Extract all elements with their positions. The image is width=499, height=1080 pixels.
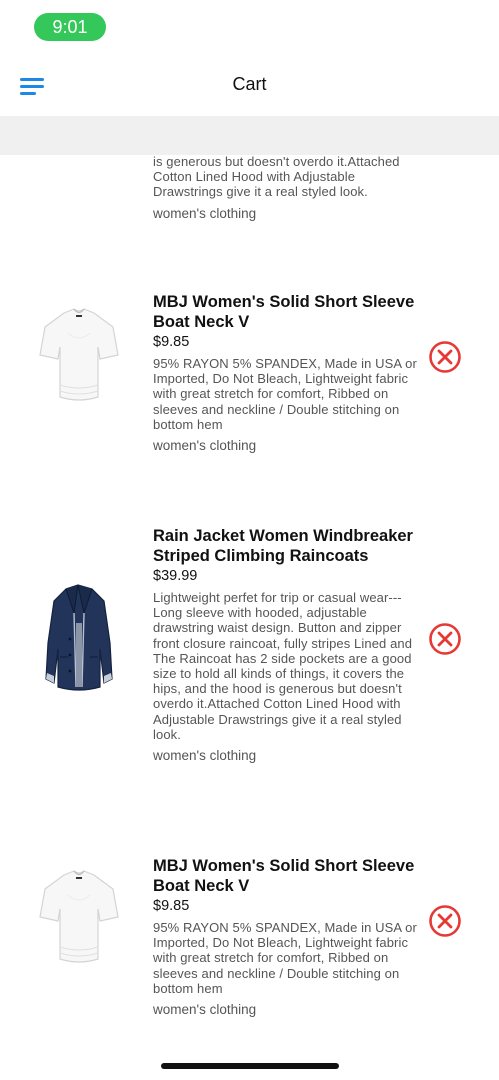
item-price: $39.99 [153,568,198,584]
item-category: women's clothing [153,205,257,221]
item-category: women's clothing [153,438,257,454]
item-name: Rain Jacket Women Windbreaker Striped Cl… [153,527,413,565]
item-price: $9.85 [153,334,190,350]
item-description: 95% RAYON 5% SPANDEX, Made in USA or Imp… [153,356,417,432]
header-band [0,116,499,155]
cart-list[interactable]: is generous but doesn't overdo it.Attach… [0,155,499,1055]
remove-item-icon[interactable] [428,622,462,656]
item-price: $9.85 [153,898,190,914]
item-name: MBJ Women's Solid Short Sleeve Boat Neck… [153,293,415,331]
remove-item-icon[interactable] [428,904,462,938]
status-time: 9:01 [34,13,106,41]
status-bar: 9:01 [0,0,499,52]
item-category: women's clothing [153,748,257,764]
item-description: 95% RAYON 5% SPANDEX, Made in USA or Imp… [153,920,417,996]
item-info: MBJ Women's Solid Short Sleeve Boat Neck… [153,856,423,1017]
hamburger-menu-icon[interactable] [20,78,46,96]
navigation-bar: Cart [0,52,499,116]
white-tshirt-image [39,308,119,401]
home-indicator[interactable] [161,1063,339,1069]
white-tshirt-image [39,870,119,963]
item-description: Lightweight perfet for trip or casual we… [153,590,413,742]
item-info: MBJ Women's Solid Short Sleeve Boat Neck… [153,292,423,453]
item-info: Rain Jacket Women Windbreaker Striped Cl… [153,526,423,763]
item-name: MBJ Women's Solid Short Sleeve Boat Neck… [153,857,415,895]
item-description: is generous but doesn't overdo it.Attach… [153,155,400,200]
item-category: women's clothing [153,1002,257,1018]
page-title: Cart [232,73,267,94]
remove-item-icon[interactable] [428,340,462,374]
navy-raincoat-image [45,584,113,691]
cart-item-partial: is generous but doesn't overdo it.Attach… [153,155,423,221]
